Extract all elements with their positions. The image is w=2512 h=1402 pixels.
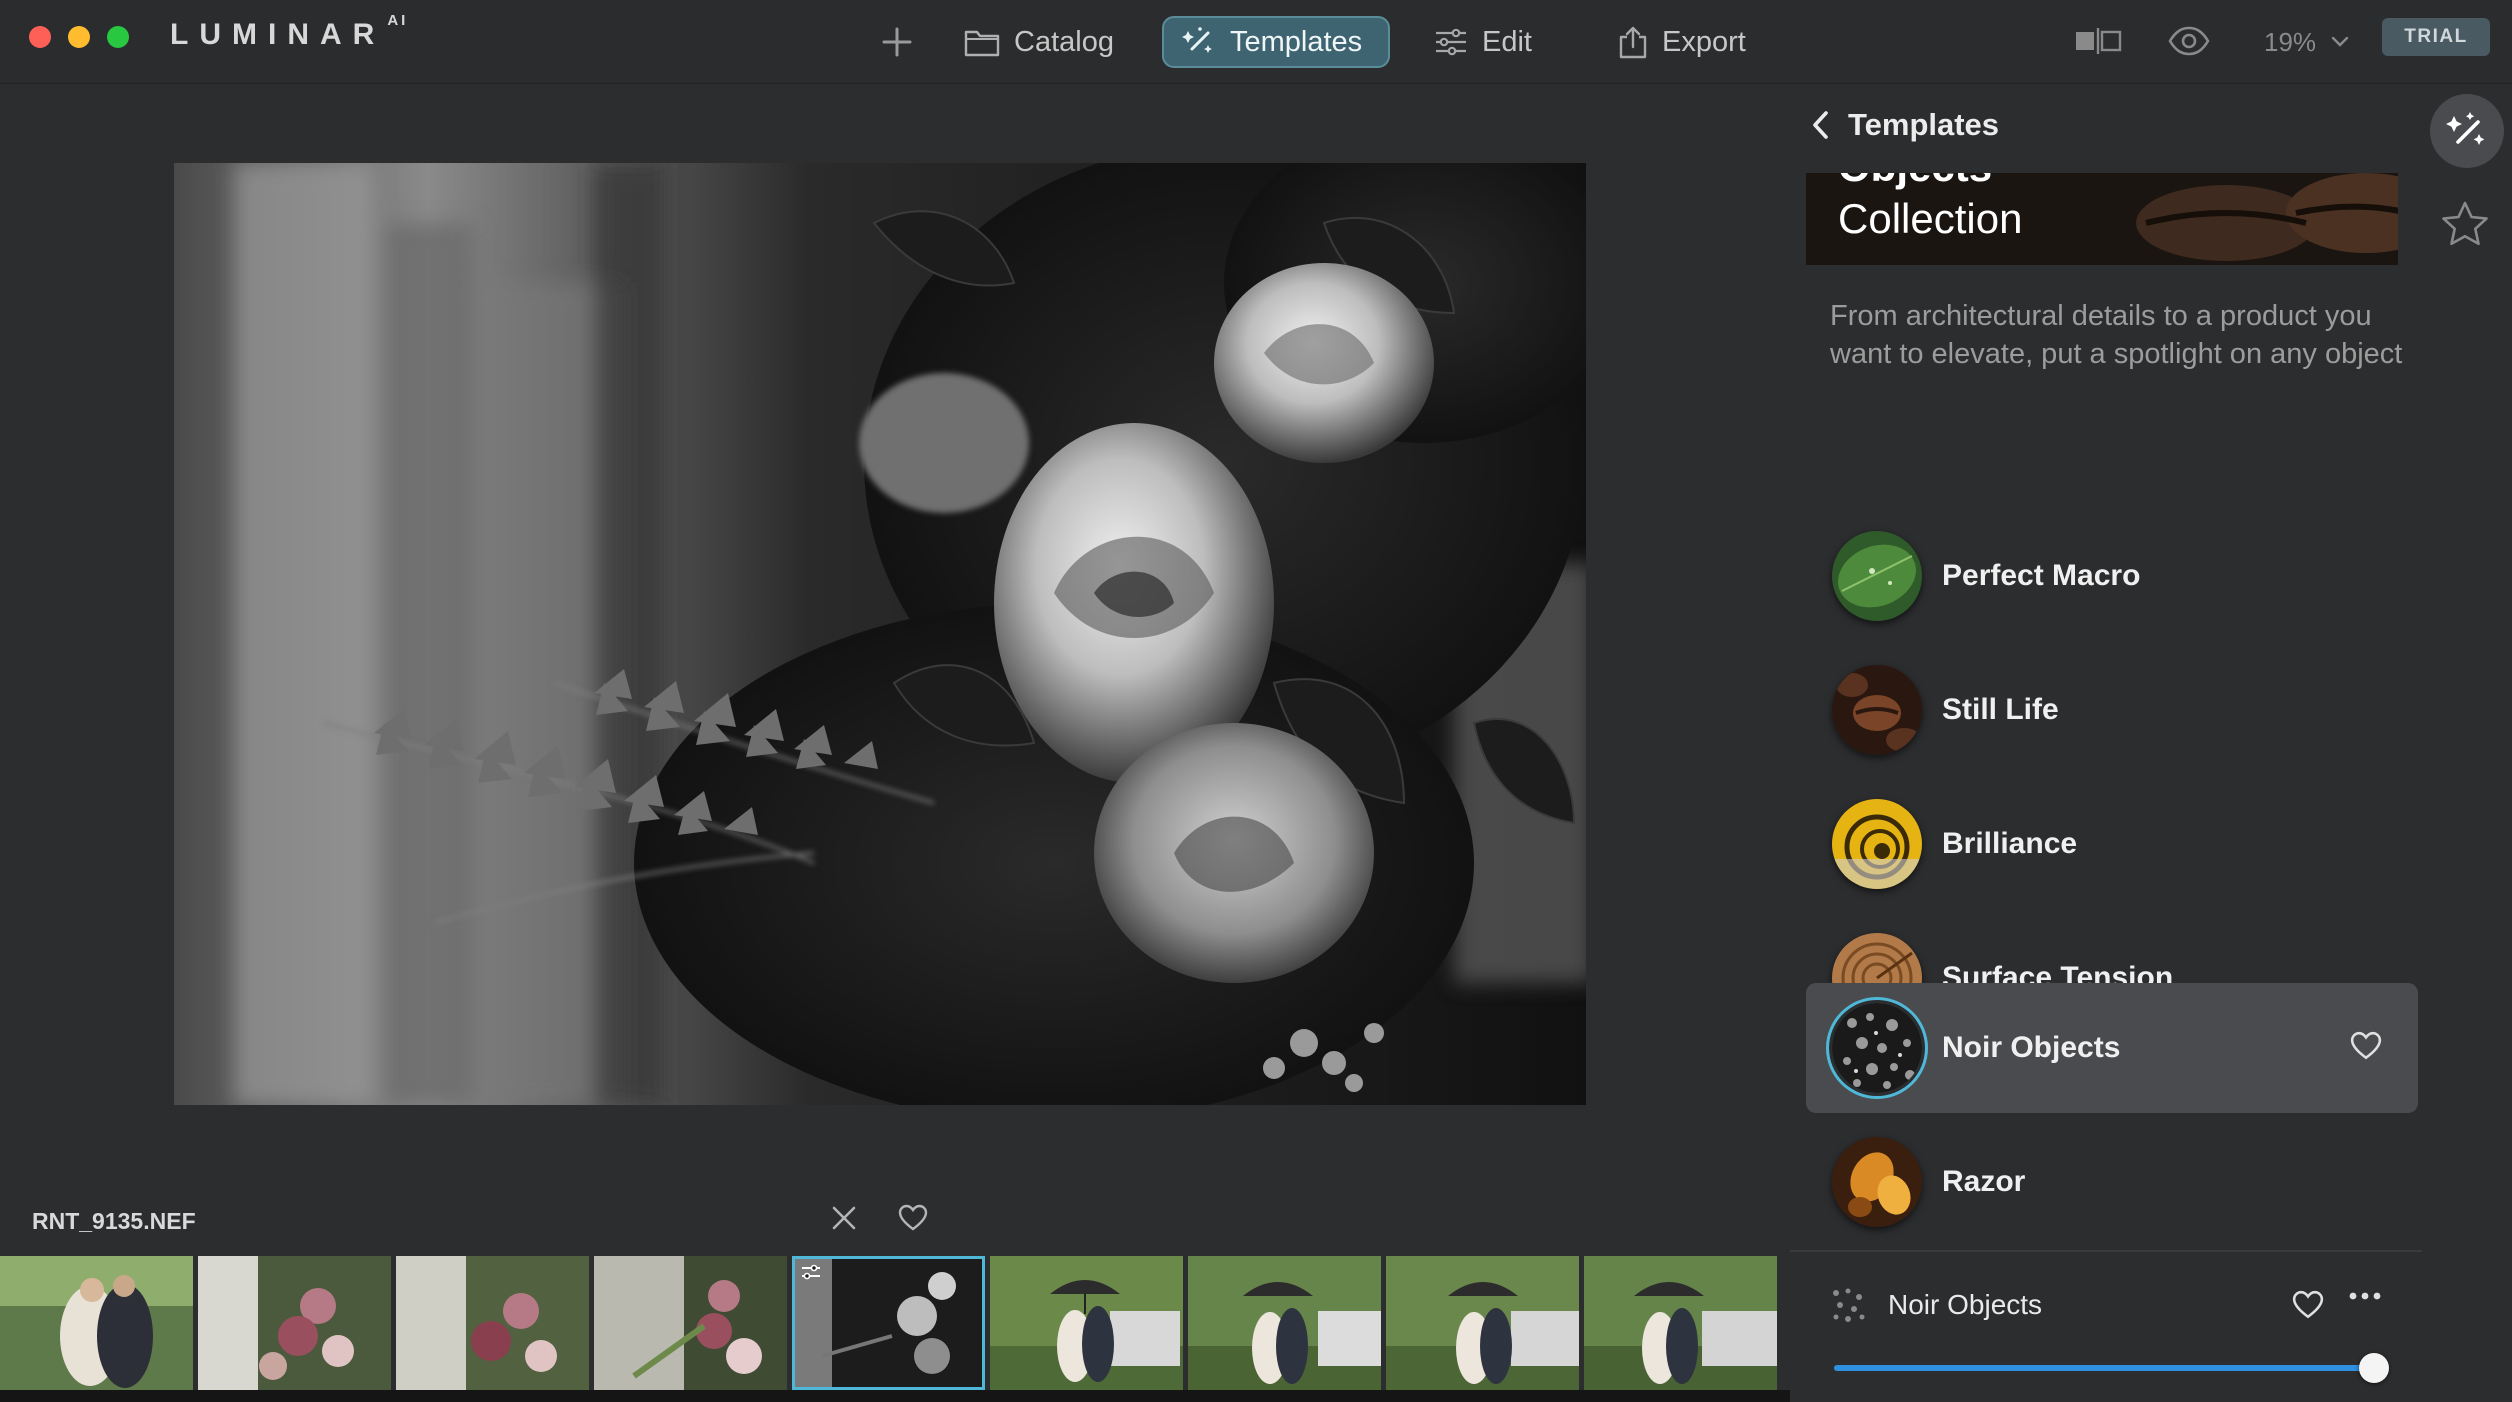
zoom-dropdown[interactable]: 19% [2264,20,2350,64]
noir-texture-small-icon [1826,1283,1870,1327]
window-close-button[interactable] [29,26,51,48]
app-logo: LUMINAR AI [170,12,408,52]
main-photo[interactable] [174,163,1586,1105]
template-label: Perfect Macro [1942,559,2141,592]
umbrella-couple-thumb [1584,1256,1777,1390]
nav-catalog-tab[interactable]: Catalog [964,16,1114,68]
nav-edit-tab[interactable]: Edit [1434,16,1532,68]
nav-export-tab[interactable]: Export [1618,16,1746,68]
filmstrip-thumb[interactable] [594,1256,787,1390]
nav-catalog-label: Catalog [1014,25,1114,58]
star-icon [2442,201,2488,246]
templates-back-label: Templates [1848,107,2000,142]
nav-templates-label: Templates [1230,25,1363,58]
filmstrip-thumb[interactable] [1584,1256,1777,1390]
heart-icon[interactable] [2350,1031,2382,1061]
heart-icon[interactable] [2292,1290,2324,1320]
spiral-shell-thumb-icon [1832,799,1922,889]
right-rail [2442,85,2512,1402]
collection-banner: Objects Collection [1806,173,2398,265]
template-amount-slider[interactable] [1834,1353,2389,1383]
banner-title: Collection [1838,195,2023,242]
compare-view-button[interactable] [2074,26,2122,61]
filmstrip-thumb[interactable] [990,1256,1183,1390]
plus-icon [882,27,912,57]
preview-toggle-button[interactable] [2168,24,2210,63]
magic-wand-icon [2446,112,2485,145]
filmstrip-thumb[interactable] [0,1256,193,1390]
eye-icon [2168,26,2210,56]
filmstrip-thumb[interactable] [1386,1256,1579,1390]
templates-back-button[interactable]: Templates [1810,107,1999,143]
bw-flowers-photo [174,163,1586,1105]
golden-objects-thumb-icon [1832,1137,1922,1227]
template-item[interactable]: Razor [1806,1117,2418,1247]
banner-cutoff-title: Objects [1838,173,1992,191]
template-item[interactable]: Perfect Macro [1806,511,2418,641]
flowers-photo-thumb [396,1256,589,1390]
coffee-beans-thumb-icon [1832,665,1922,755]
filmstrip-thumb[interactable] [396,1256,589,1390]
image-filename: RNT_9135.NEF [32,1208,196,1234]
umbrella-couple-thumb [1386,1256,1579,1390]
couple-photo-thumb [0,1256,193,1390]
templates-panel: Templates Objects Collection From archit… [1790,85,2442,1402]
add-photos-button[interactable] [880,16,928,68]
more-options-icon[interactable] [2348,1290,2382,1302]
share-icon [1619,26,1647,59]
folder-icon [964,30,1000,57]
slider-fill [1834,1365,2374,1371]
favorite-button[interactable] [898,1204,928,1237]
nav-templates-tab[interactable]: Templates [1162,16,1390,68]
window-maximize-button[interactable] [107,26,129,48]
zoom-value: 19% [2264,26,2317,57]
chevron-left-icon [1813,111,1828,139]
flowers-photo-thumb [594,1256,787,1390]
logo-sup: AI [387,12,409,29]
umbrella-couple-thumb [990,1256,1183,1390]
applied-template-row: Noir Objects [1826,1280,2406,1330]
top-toolbar: LUMINARAI Catalog Templates Edit Export [0,0,2512,84]
applied-template-label: Noir Objects [1888,1289,2043,1320]
logo-text: LUMINAR [170,18,386,51]
flowers-photo-thumb [198,1256,391,1390]
template-item[interactable]: Brilliance [1806,779,2418,909]
nav-export-label: Export [1662,25,1746,58]
trial-badge[interactable]: TRIAL [2382,18,2490,56]
panel-divider [1790,1250,2422,1252]
template-label: Noir Objects [1942,1031,2121,1064]
sliders-icon [1436,28,1466,56]
umbrella-couple-thumb [1188,1256,1381,1390]
close-icon [832,1206,856,1230]
favorites-star-button[interactable] [2440,200,2490,253]
template-label: Brilliance [1942,827,2078,860]
window-minimize-button[interactable] [68,26,90,48]
leaf-macro-thumb-icon [1832,531,1922,621]
bw-flowers-photo-thumb [792,1256,985,1390]
filmstrip-thumb[interactable] [198,1256,391,1390]
heart-icon [898,1204,928,1231]
filmstrip-thumb[interactable] [1188,1256,1381,1390]
reject-button[interactable] [830,1204,858,1237]
filmstrip [0,1256,1777,1390]
magic-wand-icon [1182,27,1212,53]
slider-handle[interactable] [2359,1353,2389,1383]
collection-description: From architectural details to a product … [1830,300,2403,370]
compare-icon [2076,28,2122,54]
window-bottom-edge [0,1390,1790,1402]
template-label: Still Life [1942,693,2059,726]
noir-texture-thumb-icon [1832,1003,1922,1093]
template-item-active[interactable]: Noir Objects [1806,983,2418,1113]
template-label: Razor [1942,1165,2026,1198]
image-canvas [0,85,1790,1185]
nav-edit-label: Edit [1482,25,1532,58]
template-item[interactable]: Still Life [1806,645,2418,775]
ai-templates-button[interactable] [2430,94,2504,168]
filmstrip-thumb-selected[interactable] [792,1256,985,1390]
chevron-down-icon [2331,36,2349,47]
